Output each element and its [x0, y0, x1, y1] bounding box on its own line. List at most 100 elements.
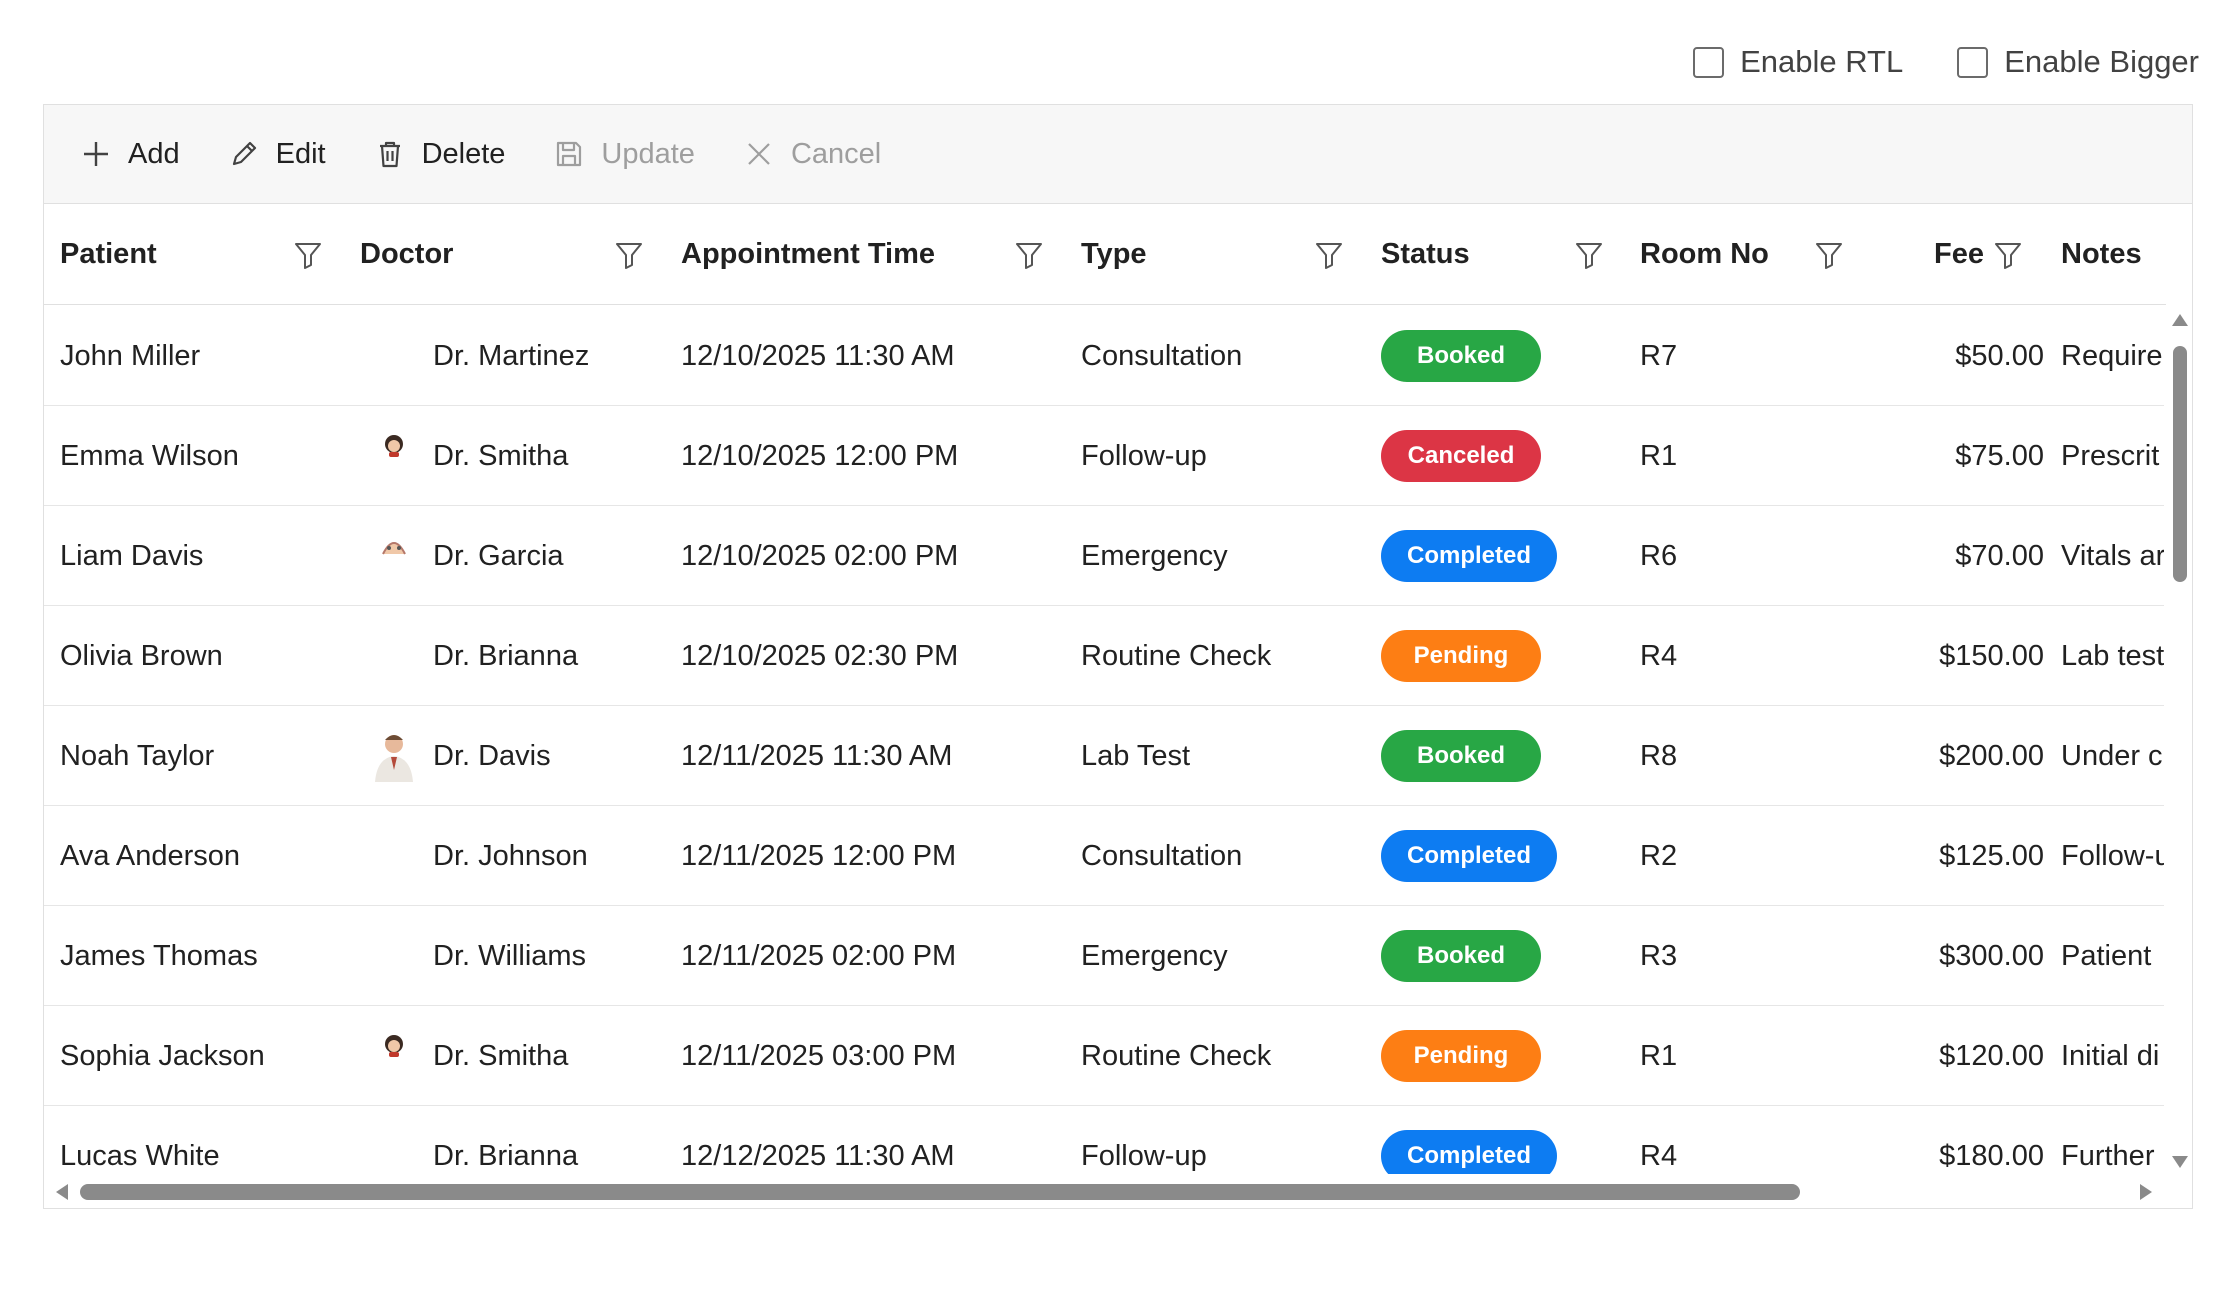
room-no-cell[interactable]: R1 [1640, 406, 1790, 506]
enable-rtl-checkbox[interactable] [1693, 46, 1725, 78]
room-no-cell[interactable]: R6 [1640, 506, 1790, 606]
fee-cell[interactable]: $180.00 [1854, 1106, 2044, 1176]
type-cell[interactable]: Lab Test [1081, 706, 1361, 806]
type-cell[interactable]: Consultation [1081, 306, 1361, 406]
scroll-left-arrow-icon[interactable] [56, 1184, 68, 1200]
notes-cell[interactable]: Initial di [2061, 1006, 2166, 1106]
notes-cell[interactable]: Lab test [2061, 606, 2166, 706]
type-cell[interactable]: Consultation [1081, 806, 1361, 906]
fee-filter-icon[interactable] [1993, 240, 2023, 270]
column-header-doctor[interactable]: Doctor [360, 204, 453, 304]
status-cell[interactable]: Completed [1381, 506, 1601, 606]
fee-cell[interactable]: $200.00 [1854, 706, 2044, 806]
status-cell[interactable]: Pending [1381, 1006, 1601, 1106]
room-no-cell[interactable]: R4 [1640, 1106, 1790, 1176]
patient-cell[interactable]: John Miller [60, 306, 320, 406]
doctor-cell[interactable]: Dr. Brianna [433, 1106, 663, 1176]
appointment-time-cell[interactable]: 12/10/2025 12:00 PM [681, 406, 1061, 506]
status-filter-icon[interactable] [1574, 240, 1604, 270]
type-cell[interactable]: Emergency [1081, 506, 1361, 606]
enable-bigger-checkbox[interactable] [1957, 46, 1989, 78]
status-cell[interactable]: Completed [1381, 806, 1601, 906]
fee-cell[interactable]: $75.00 [1854, 406, 2044, 506]
table-row[interactable]: John Miller Dr. Martinez 12/10/2025 11:30 … [44, 306, 2166, 406]
doctor-cell[interactable]: Dr. Garcia [433, 506, 663, 606]
column-header-status[interactable]: Status [1381, 204, 1470, 304]
type-cell[interactable]: Follow-up [1081, 1106, 1361, 1176]
add-button[interactable]: Add [80, 124, 180, 184]
patient-cell[interactable]: Ava Anderson [60, 806, 320, 906]
fee-cell[interactable]: $70.00 [1854, 506, 2044, 606]
room-no-cell[interactable]: R1 [1640, 1006, 1790, 1106]
appointment-time-filter-icon[interactable] [1014, 240, 1044, 270]
column-header-fee[interactable]: Fee [1934, 204, 1984, 304]
doctor-cell[interactable]: Dr. Martinez [433, 306, 663, 406]
column-header-patient[interactable]: Patient [60, 204, 157, 304]
status-cell[interactable]: Pending [1381, 606, 1601, 706]
notes-cell[interactable]: Under c [2061, 706, 2166, 806]
doctor-filter-icon[interactable] [614, 240, 644, 270]
appointment-time-cell[interactable]: 12/10/2025 02:30 PM [681, 606, 1061, 706]
room-no-cell[interactable]: R4 [1640, 606, 1790, 706]
scroll-up-arrow-icon[interactable] [2172, 314, 2188, 326]
doctor-cell[interactable]: Dr. Williams [433, 906, 663, 1006]
appointment-time-cell[interactable]: 12/11/2025 11:30 AM [681, 706, 1061, 806]
room-no-filter-icon[interactable] [1814, 240, 1844, 270]
notes-cell[interactable]: Patient [2061, 906, 2166, 1006]
table-row[interactable]: Liam Davis Dr. Garcia 12/10/2025 02:00 PM E… [44, 506, 2166, 606]
notes-cell[interactable]: Follow-u [2061, 806, 2166, 906]
patient-cell[interactable]: James Thomas [60, 906, 320, 1006]
patient-cell[interactable]: Liam Davis [60, 506, 320, 606]
enable-bigger-option[interactable]: Enable Bigger [1957, 44, 2199, 80]
update-button[interactable]: Update [553, 124, 695, 184]
edit-button[interactable]: Edit [228, 124, 326, 184]
type-cell[interactable]: Emergency [1081, 906, 1361, 1006]
doctor-cell[interactable]: Dr. Brianna [433, 606, 663, 706]
type-cell[interactable]: Routine Check [1081, 606, 1361, 706]
room-no-cell[interactable]: R8 [1640, 706, 1790, 806]
type-cell[interactable]: Routine Check [1081, 1006, 1361, 1106]
column-header-room-no[interactable]: Room No [1640, 204, 1769, 304]
patient-cell[interactable]: Emma Wilson [60, 406, 320, 506]
fee-cell[interactable]: $50.00 [1854, 306, 2044, 406]
table-row[interactable]: Ava Anderson Dr. Johnson 12/11/2025 12:00 … [44, 806, 2166, 906]
table-row[interactable]: Noah Taylor Dr. Davis 12/11/2025 11:30 AM L… [44, 706, 2166, 806]
appointment-time-cell[interactable]: 12/11/2025 02:00 PM [681, 906, 1061, 1006]
fee-cell[interactable]: $150.00 [1854, 606, 2044, 706]
table-row[interactable]: Emma Wilson Dr. Smitha 12/10/2025 12:00 PM… [44, 406, 2166, 506]
doctor-cell[interactable]: Dr. Davis [433, 706, 663, 806]
table-row[interactable]: Olivia Brown Dr. Brianna 12/10/2025 02:30 … [44, 606, 2166, 706]
doctor-cell[interactable]: Dr. Smitha [433, 1006, 663, 1106]
notes-cell[interactable]: Require [2061, 306, 2166, 406]
appointment-time-cell[interactable]: 12/11/2025 12:00 PM [681, 806, 1061, 906]
appointment-time-cell[interactable]: 12/10/2025 11:30 AM [681, 306, 1061, 406]
patient-cell[interactable]: Lucas White [60, 1106, 320, 1176]
vertical-scroll-thumb[interactable] [2173, 346, 2187, 582]
status-cell[interactable]: Completed [1381, 1106, 1601, 1176]
table-row[interactable]: James Thomas Dr. Williams 12/11/2025 02:00… [44, 906, 2166, 1006]
patient-cell[interactable]: Olivia Brown [60, 606, 320, 706]
vertical-scrollbar[interactable] [2164, 306, 2192, 1176]
fee-cell[interactable]: $120.00 [1854, 1006, 2044, 1106]
room-no-cell[interactable]: R7 [1640, 306, 1790, 406]
doctor-cell[interactable]: Dr. Smitha [433, 406, 663, 506]
scroll-right-arrow-icon[interactable] [2140, 1184, 2152, 1200]
column-header-type[interactable]: Type [1081, 204, 1147, 304]
table-row[interactable]: Sophia Jackson Dr. Smitha 12/11/2025 03:00… [44, 1006, 2166, 1106]
room-no-cell[interactable]: R3 [1640, 906, 1790, 1006]
patient-cell[interactable]: Sophia Jackson [60, 1006, 320, 1106]
type-cell[interactable]: Follow-up [1081, 406, 1361, 506]
table-row[interactable]: Lucas White Dr. Brianna 12/12/2025 11:30 A… [44, 1106, 2166, 1176]
column-header-notes[interactable]: Notes [2061, 204, 2142, 304]
appointment-time-cell[interactable]: 12/10/2025 02:00 PM [681, 506, 1061, 606]
type-filter-icon[interactable] [1314, 240, 1344, 270]
status-cell[interactable]: Booked [1381, 706, 1601, 806]
horizontal-scroll-thumb[interactable] [80, 1184, 1800, 1200]
column-header-appointment-time[interactable]: Appointment Time [681, 204, 935, 304]
fee-cell[interactable]: $300.00 [1854, 906, 2044, 1006]
notes-cell[interactable]: Prescrit [2061, 406, 2166, 506]
status-cell[interactable]: Booked [1381, 306, 1601, 406]
scroll-down-arrow-icon[interactable] [2172, 1156, 2188, 1168]
notes-cell[interactable]: Further [2061, 1106, 2166, 1176]
status-cell[interactable]: Canceled [1381, 406, 1601, 506]
